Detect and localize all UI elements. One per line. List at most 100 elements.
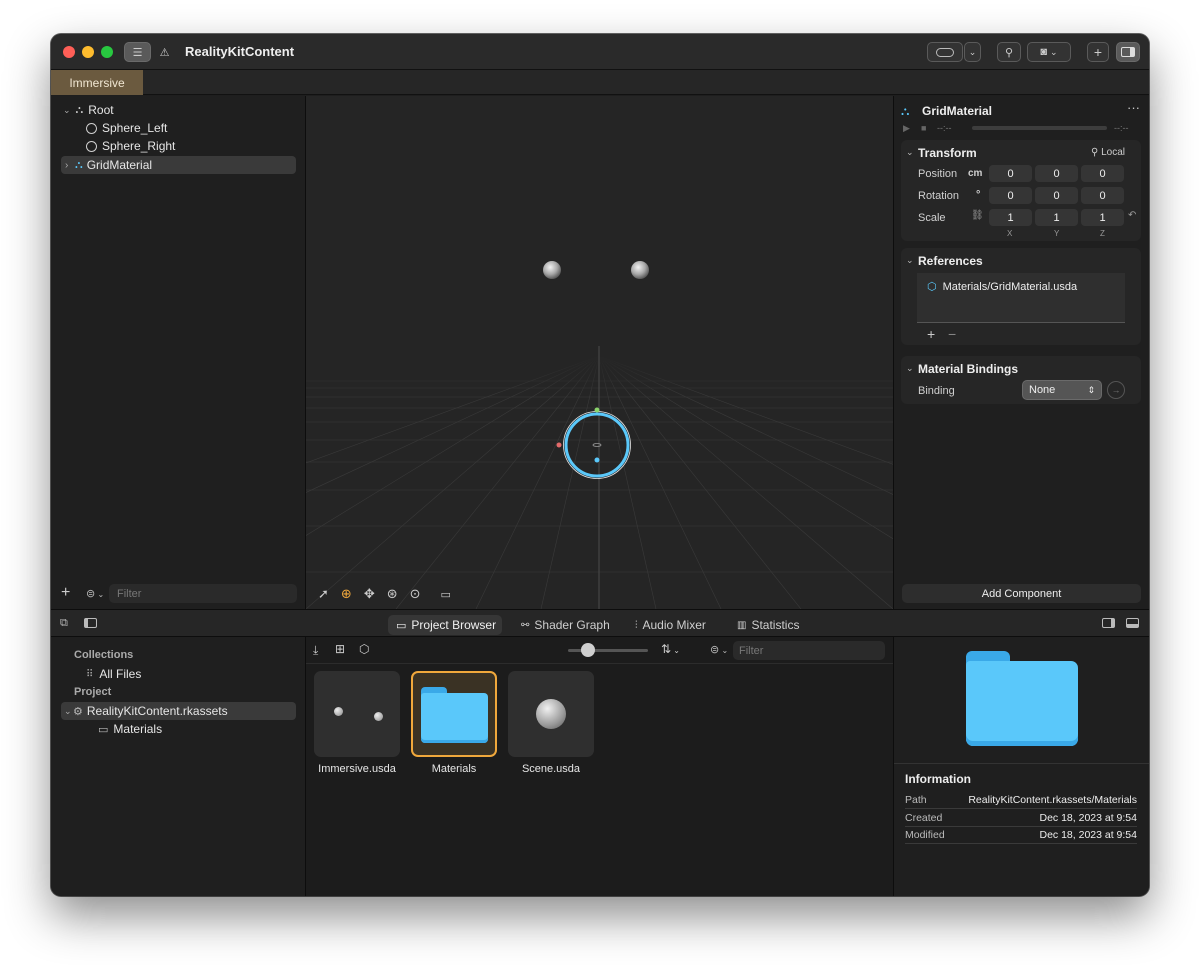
project-header: Project <box>74 686 112 698</box>
hierarchy-filter-input[interactable]: Filter <box>109 584 297 603</box>
zoom-tool-icon[interactable]: ⊙ <box>410 586 421 602</box>
collections-header: Collections <box>74 649 134 661</box>
scale-x-field[interactable]: 1 <box>989 209 1032 226</box>
filter-icon: ⊜ <box>86 588 96 600</box>
link-scale-icon[interactable]: ⛓ <box>971 210 984 221</box>
sort-menu-button[interactable]: ⇅ ⌄ <box>661 642 680 656</box>
viewport-canvas[interactable] <box>306 96 893 609</box>
gizmo-z-handle[interactable] <box>594 457 600 463</box>
tab-project-browser[interactable]: ▭ Project Browser <box>388 615 502 635</box>
chevron-down-icon[interactable]: ⌄ <box>906 147 914 158</box>
sphere-left[interactable] <box>543 261 561 279</box>
tab-shader-graph[interactable]: ⚯ Shader Graph <box>521 615 610 635</box>
references-title: References <box>918 254 983 268</box>
play-scene-button[interactable]: ⚲ <box>997 42 1021 62</box>
chevron-down-icon: ⌄ <box>95 590 105 599</box>
binding-navigate-button[interactable]: → <box>1107 381 1125 399</box>
sidebar-right-toggle[interactable] <box>1102 618 1115 628</box>
hierarchy-icon: ⛬ <box>75 158 83 171</box>
new-folder-button[interactable]: ⊞ <box>335 642 345 656</box>
camera-bookmark-icon[interactable]: ▭ <box>441 588 451 601</box>
rotation-y-field[interactable]: 0 <box>1035 187 1078 204</box>
info-key: Modified <box>905 829 945 841</box>
add-button[interactable]: + <box>1087 42 1109 62</box>
references-section: ⌄ References ⬡ Materials/GridMaterial.us… <box>901 248 1141 345</box>
references-list: ⬡ Materials/GridMaterial.usda <box>917 273 1125 323</box>
binding-select[interactable]: None ⇕ <box>1022 380 1102 400</box>
minimize-window-button[interactable] <box>82 46 94 58</box>
inspector-toggle-button[interactable] <box>1116 42 1140 62</box>
scene-viewport[interactable]: ➚ ⊕ ✥ ⊛ ⊙ ▭ <box>306 96 893 609</box>
asset-immersive-usda[interactable] <box>314 671 400 757</box>
navigator-toggle-button[interactable]: ☰ <box>124 42 151 62</box>
move-tool-icon[interactable]: ✥ <box>364 586 375 602</box>
tree-item-label: Sphere_Left <box>102 121 168 135</box>
chevron-down-icon[interactable]: ⌄ <box>906 363 914 374</box>
hierarchy-icon: ⛬ <box>75 103 84 116</box>
bottom-left-toggle[interactable]: ⧉ <box>60 617 68 630</box>
add-entity-button[interactable]: + <box>61 584 70 602</box>
scale-y-field[interactable]: 1 <box>1035 209 1078 226</box>
asset-materials-folder[interactable] <box>411 671 497 757</box>
sidebar-item-all-files[interactable]: ⠿ All Files <box>86 665 286 683</box>
device-preview-button[interactable] <box>927 42 963 62</box>
tab-label: Shader Graph <box>534 618 610 632</box>
tree-item-gridmaterial[interactable]: › ⛬ GridMaterial <box>61 156 296 174</box>
chevron-down-icon: ⌄ <box>719 646 729 655</box>
orbit-tool-icon[interactable]: ⊛ <box>387 586 398 602</box>
tab-immersive[interactable]: Immersive <box>51 70 143 95</box>
chevron-down-icon[interactable]: ⌄ <box>906 255 914 266</box>
issues-button[interactable]: ⚠ <box>152 42 177 62</box>
add-reference-button[interactable]: + <box>927 326 935 342</box>
rotate-tool-icon[interactable]: ⊕ <box>341 586 352 602</box>
tree-item-sphere-left[interactable]: Sphere_Left <box>86 119 296 137</box>
slider-thumb[interactable] <box>581 643 595 657</box>
package-icon: ⚙ <box>73 705 83 718</box>
timeline-play-button[interactable]: ▶ <box>903 123 910 134</box>
device-preview-menu[interactable]: ⌄ <box>964 42 981 62</box>
gizmo-outer-ring <box>563 411 631 479</box>
remove-reference-button[interactable]: − <box>948 326 956 342</box>
import-button[interactable]: ⤓ <box>313 643 318 658</box>
filter-options-button[interactable]: ⊜ ⌄ <box>86 587 104 600</box>
new-asset-button[interactable]: ⬡ <box>359 642 369 656</box>
position-y-field[interactable]: 0 <box>1035 165 1078 182</box>
scale-z-field[interactable]: 1 <box>1081 209 1124 226</box>
tree-item-root[interactable]: ⌄ ⛬ Root <box>63 101 295 119</box>
tab-statistics[interactable]: ▥ Statistics <box>737 615 799 635</box>
rotation-gizmo[interactable] <box>564 412 630 478</box>
thumbnail-size-slider[interactable] <box>568 643 648 657</box>
position-z-field[interactable]: 0 <box>1081 165 1124 182</box>
space-label: Local <box>1101 147 1126 158</box>
timeline-stop-button[interactable]: ■ <box>921 123 926 133</box>
gizmo-x-handle[interactable] <box>556 442 562 448</box>
reference-item[interactable]: ⬡ Materials/GridMaterial.usda <box>927 280 1077 294</box>
sidebar-item-materials[interactable]: ▭ Materials <box>98 720 288 738</box>
tree-item-sphere-right[interactable]: Sphere_Right <box>86 137 296 155</box>
close-window-button[interactable] <box>63 46 75 58</box>
timeline-end: --:-- <box>1114 123 1129 133</box>
reset-transform-icon[interactable]: ↶ <box>1128 210 1136 221</box>
asset-scene-usda[interactable] <box>508 671 594 757</box>
more-options-button[interactable]: ··· <box>1127 100 1140 115</box>
camera-menu-button[interactable]: ◙ ⌄ <box>1027 42 1071 62</box>
browser-filter-input[interactable]: Filter <box>733 641 885 660</box>
zoom-window-button[interactable] <box>101 46 113 58</box>
tab-audio-mixer[interactable]: ⫶ Audio Mixer <box>635 615 706 635</box>
browser-filter-options[interactable]: ⊜ ⌄ <box>710 643 728 656</box>
gizmo-y-handle[interactable] <box>594 407 600 413</box>
sphere-right[interactable] <box>631 261 649 279</box>
sidebar-item-rkassets[interactable]: ⌄ ⚙ RealityKitContent.rkassets <box>61 702 296 720</box>
rotation-z-field[interactable]: 0 <box>1081 187 1124 204</box>
position-x-field[interactable]: 0 <box>989 165 1032 182</box>
local-space-toggle[interactable]: ⚲ Local <box>1091 147 1125 158</box>
binding-value: None <box>1029 384 1056 396</box>
scene-thumbnail-sphere <box>374 712 383 721</box>
info-row-modified: Modified Dec 18, 2023 at 9:54 <box>905 827 1137 844</box>
add-component-button[interactable]: Add Component <box>902 584 1141 603</box>
timeline-scrubber[interactable] <box>972 126 1107 130</box>
select-tool-icon[interactable]: ➚ <box>318 586 329 602</box>
sidebar-left-toggle[interactable] <box>84 618 97 628</box>
rotation-x-field[interactable]: 0 <box>989 187 1032 204</box>
bottom-panel-toggle[interactable] <box>1126 618 1139 628</box>
